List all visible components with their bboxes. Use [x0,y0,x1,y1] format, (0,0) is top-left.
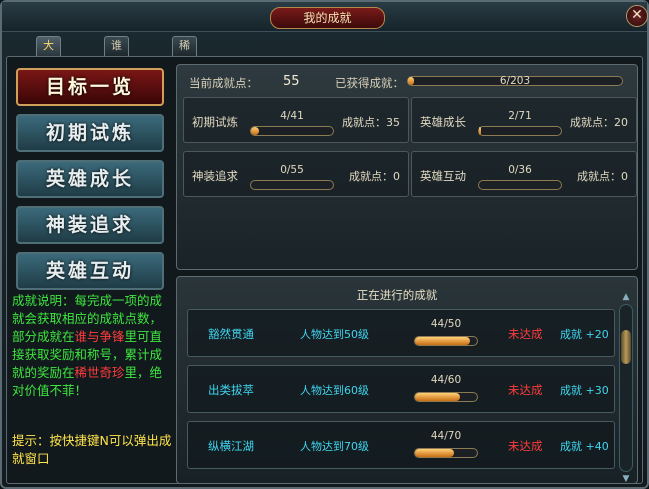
achievement-name: 豁然贯通 [208,327,254,341]
category-progress-text: 0/36 [508,164,532,176]
achievement-status: 未达成 [508,383,543,397]
achievement-requirement: 人物达到60级 [300,384,369,397]
achievement-progress-fill [415,393,461,401]
sidebar-item-equipment-pursuit[interactable]: 神装追求 [16,206,164,244]
category-progress-text: 2/71 [508,110,532,122]
category-points: 成就点：0 [349,170,400,183]
category-progress-bar [478,180,562,190]
achievement-reward: 成就 +20 [560,328,609,341]
achievement-row[interactable]: 出类拔萃 人物达到60级 44/60 未达成 成就 +30 [187,365,615,413]
achievement-progress-fill [415,337,470,345]
desc-highlight-2: 稀世奇珍 [74,365,125,380]
category-progress-bar [478,126,562,136]
category-name: 英雄互动 [420,169,466,183]
sidebar-item-hero-growth[interactable]: 英雄成长 [16,160,164,198]
points-label: 当前成就点： [189,76,258,90]
summary-panel: 当前成就点： 55 已获得成就： 6/203 初期试炼 4/41 成就点：35 … [176,64,638,270]
obtained-label: 已获得成就： [335,76,404,90]
points-value: 55 [283,74,300,89]
achievement-requirement: 人物达到50级 [300,328,369,341]
achievement-progress-fill [415,449,455,457]
category-progress-text: 4/41 [280,110,304,122]
achievement-name: 纵横江湖 [208,439,254,453]
achievement-row[interactable]: 纵横江湖 人物达到70级 44/70 未达成 成就 +40 [187,421,615,469]
achievement-progress-bar [414,336,478,346]
obtained-progress-text: 6/203 [499,75,531,87]
scroll-up-icon[interactable]: ▲ [619,290,633,304]
tab-shui-yu-zhengfeng[interactable]: 谁与争锋 [104,36,129,106]
category-name: 初期试炼 [192,115,238,129]
achievement-requirement: 人物达到70级 [300,440,369,453]
sidebar-item-overview[interactable]: 目标一览 [16,68,164,106]
sidebar-item-hero-interaction[interactable]: 英雄互动 [16,252,164,290]
achievement-status: 未达成 [508,327,543,341]
window-title: 我的成就 [270,7,385,29]
category-progress-text: 0/55 [280,164,304,176]
tab-dahan-jiangshan[interactable]: 大汉江山 [36,36,61,106]
achievement-name: 出类拔萃 [208,383,254,397]
achievement-progress-text: 44/70 [430,430,462,442]
achievement-description: 成就说明：每完成一项的成就会获取相应的成就点数，部分成就在谁与争锋里可直接获取奖… [12,292,170,400]
category-points: 成就点：20 [570,116,628,129]
category-progress-fill [479,127,482,135]
scroll-down-icon[interactable]: ▼ [619,472,633,486]
in-progress-title: 正在进行的成就 [356,288,438,302]
category-card-equipment-pursuit[interactable]: 神装追求 0/55 成就点：0 [183,151,409,197]
category-progress-bar [250,126,334,136]
hotkey-tip: 提示：按快捷键N可以弹出成就窗口 [12,433,172,466]
achievement-progress-text: 44/50 [430,318,462,330]
category-card-hero-interaction[interactable]: 英雄互动 0/36 成就点：0 [411,151,637,197]
achievement-progress-bar [414,392,478,402]
achievement-reward: 成就 +40 [560,440,609,453]
tab-xishi-qizhen[interactable]: 稀世奇珍 [172,36,197,106]
close-icon[interactable]: ✕ [626,5,648,27]
category-card-initial-trial[interactable]: 初期试炼 4/41 成就点：35 [183,97,409,143]
category-progress-bar [250,180,334,190]
category-name: 英雄成长 [420,115,466,129]
achievement-row[interactable]: 豁然贯通 人物达到50级 44/50 未达成 成就 +20 [187,309,615,357]
category-card-hero-growth[interactable]: 英雄成长 2/71 成就点：20 [411,97,637,143]
achievement-status: 未达成 [508,439,543,453]
achievement-reward: 成就 +30 [560,384,609,397]
scrollbar-thumb[interactable] [621,330,631,364]
title-bar[interactable]: 我的成就 ✕ [2,2,648,32]
category-progress-fill [251,127,260,135]
achievement-progress-bar [414,448,478,458]
sidebar-item-initial-trial[interactable]: 初期试炼 [16,114,164,152]
in-progress-panel: 正在进行的成就 豁然贯通 人物达到50级 44/50 未达成 成就 +20 出类… [176,276,638,484]
achievement-progress-text: 44/60 [430,374,462,386]
category-points: 成就点：0 [577,170,628,183]
category-points: 成就点：35 [342,116,400,129]
category-name: 神装追求 [192,169,238,183]
desc-highlight-1: 谁与争锋 [74,329,125,344]
